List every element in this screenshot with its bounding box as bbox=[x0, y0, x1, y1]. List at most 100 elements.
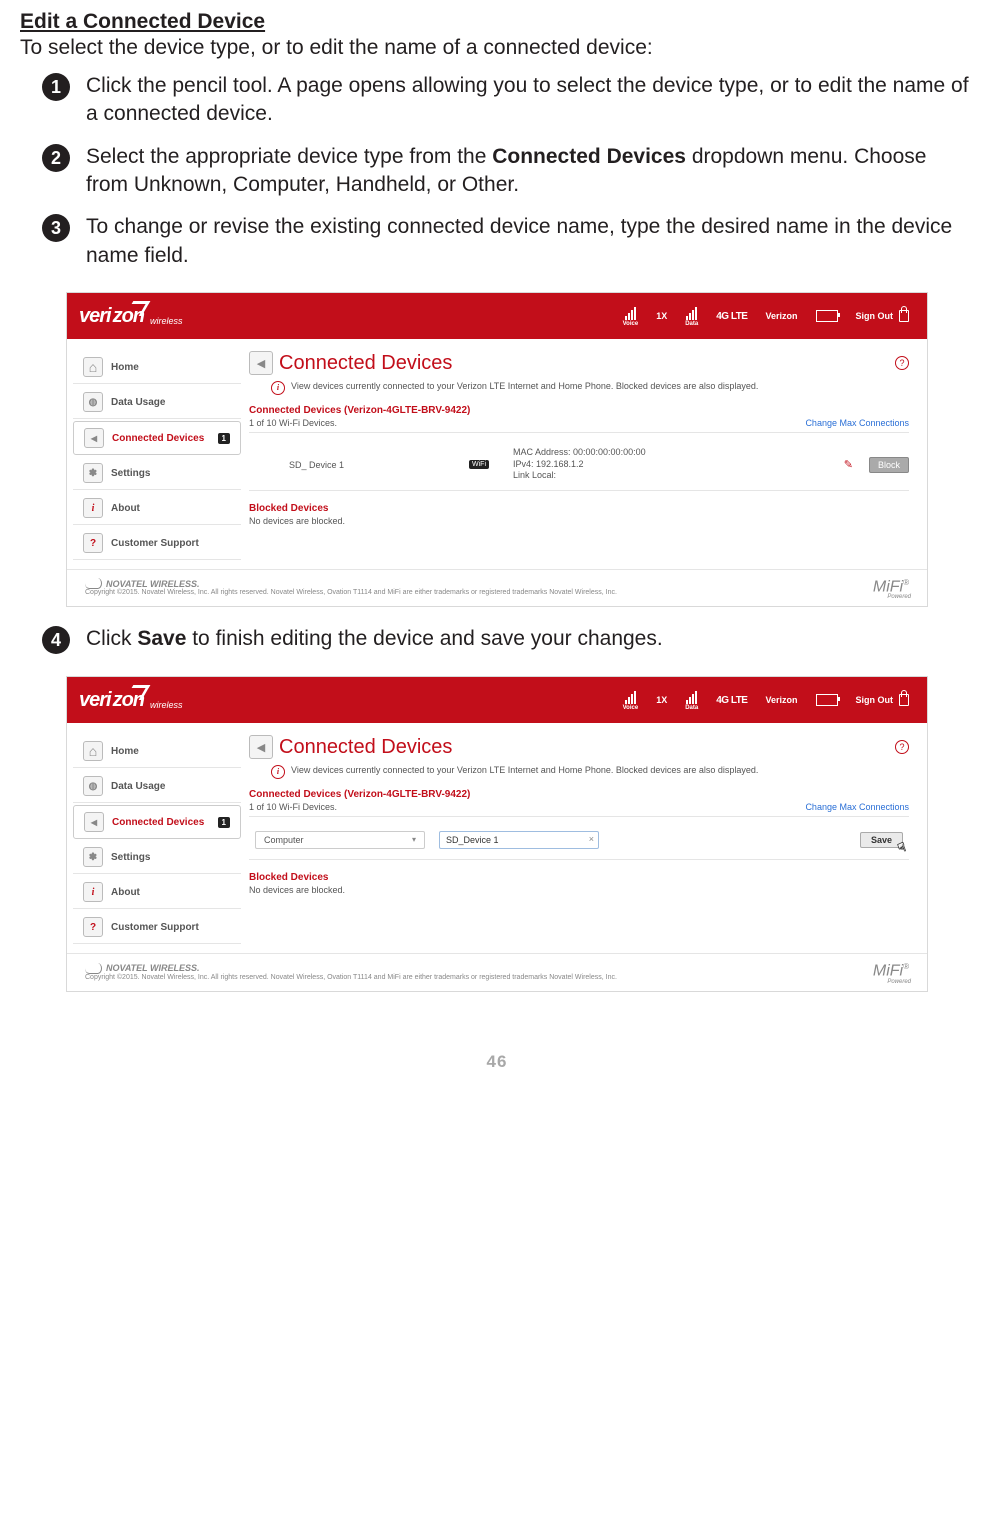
step-number-4: 4 bbox=[42, 626, 70, 654]
device-meta: MAC Address: 00:00:00:00:00:00 IPv4: 192… bbox=[513, 447, 844, 482]
change-max-connections-link[interactable]: Change Max Connections bbox=[805, 802, 909, 812]
about-icon bbox=[83, 498, 103, 518]
sidebar-item-data-usage[interactable]: Data Usage bbox=[73, 386, 241, 419]
page-title: ◀Connected Devices bbox=[249, 735, 452, 759]
info-text: View devices currently connected to your… bbox=[291, 765, 758, 779]
sidebar-item-home[interactable]: Home bbox=[73, 735, 241, 768]
sign-out-label: Sign Out bbox=[856, 311, 894, 321]
sidebar-conn-badge: 1 bbox=[218, 817, 230, 828]
step-number-3: 3 bbox=[42, 214, 70, 242]
screenshot-1: verizonwireless Voice 1X Data 4G LTE Ver… bbox=[66, 292, 928, 607]
help-info-icon[interactable]: ? bbox=[895, 356, 909, 370]
screenshot-2: verizonwireless Voice 1X Data 4G LTE Ver… bbox=[66, 676, 928, 991]
mifi-logo: MiFi®Powered bbox=[873, 578, 909, 596]
ipv4-address: IPv4: 192.168.1.2 bbox=[513, 459, 844, 471]
data-label: Data bbox=[685, 705, 698, 711]
step-list-2: 4 Click Save to finish editing the devic… bbox=[20, 625, 974, 654]
swoosh-icon bbox=[85, 963, 102, 974]
step-1: 1 Click the pencil tool. A page opens al… bbox=[20, 72, 974, 129]
link-local: Link Local: bbox=[513, 470, 844, 482]
sidebar-item-home[interactable]: Home bbox=[73, 351, 241, 384]
device-type-dropdown[interactable]: Computer bbox=[255, 831, 425, 849]
sign-out-link[interactable]: Sign Out bbox=[856, 310, 910, 322]
connected-devices-icon bbox=[84, 428, 104, 448]
connected-devices-subtitle: Connected Devices (Verizon-4GLTE-BRV-942… bbox=[249, 789, 909, 800]
settings-icon bbox=[83, 847, 103, 867]
connected-devices-icon bbox=[84, 812, 104, 832]
sidebar-item-settings[interactable]: Settings bbox=[73, 457, 241, 490]
step-1-body: Click the pencil tool. A page opens allo… bbox=[86, 72, 974, 129]
info-text: View devices currently connected to your… bbox=[291, 381, 758, 395]
device-name-label: SD_ Device 1 bbox=[249, 460, 469, 470]
sidebar-about-label: About bbox=[111, 503, 140, 514]
sidebar-support-label: Customer Support bbox=[111, 538, 199, 549]
sign-out-link[interactable]: Sign Out bbox=[856, 694, 910, 706]
help-info-icon[interactable]: ? bbox=[895, 740, 909, 754]
mifi-powered: Powered bbox=[887, 979, 911, 985]
step-4-post: to finish editing the device and save yo… bbox=[186, 627, 662, 650]
step-2-pre: Select the appropriate device type from … bbox=[86, 145, 492, 168]
mifi-reg: ® bbox=[903, 578, 909, 587]
footer: NOVATEL WIRELESS. Copyright ©2015. Novat… bbox=[67, 569, 927, 606]
step-4-pre: Click bbox=[86, 627, 137, 650]
clear-icon[interactable]: × bbox=[589, 834, 594, 844]
sidebar-item-support[interactable]: Customer Support bbox=[73, 911, 241, 944]
sidebar-home-label: Home bbox=[111, 746, 139, 757]
sidebar-item-connected-devices[interactable]: Connected Devices1 bbox=[73, 421, 241, 455]
block-button[interactable]: Block bbox=[869, 457, 909, 473]
pencil-icon[interactable]: ✎ bbox=[844, 458, 853, 471]
sidebar-item-about[interactable]: About bbox=[73, 876, 241, 909]
device-name-field[interactable]: SD_Device 1 × bbox=[439, 831, 599, 849]
save-button-label: Save bbox=[871, 835, 892, 845]
copyright-text: Copyright ©2015. Novatel Wireless, Inc. … bbox=[85, 974, 617, 981]
sidebar-settings-label: Settings bbox=[111, 852, 150, 863]
info-row: iView devices currently connected to you… bbox=[271, 765, 909, 779]
verizon-logo: verizonwireless bbox=[79, 305, 183, 328]
sidebar-data-label: Data Usage bbox=[111, 397, 165, 408]
status-4g: 4G LTE bbox=[716, 311, 747, 322]
wifi-badge: WiFi bbox=[469, 460, 489, 469]
cursor-icon: ☟ bbox=[896, 840, 909, 858]
sidebar-item-connected-devices[interactable]: Connected Devices1 bbox=[73, 805, 241, 839]
data-usage-icon bbox=[83, 776, 103, 796]
sidebar-data-label: Data Usage bbox=[111, 781, 165, 792]
section-title: Edit a Connected Device bbox=[20, 10, 974, 34]
lock-icon bbox=[899, 310, 909, 322]
sidebar-item-about[interactable]: About bbox=[73, 492, 241, 525]
step-2: 2 Select the appropriate device type fro… bbox=[20, 143, 974, 200]
logo-wireless: wireless bbox=[150, 700, 183, 710]
mifi-logo: MiFi®Powered bbox=[873, 962, 909, 980]
info-icon: i bbox=[271, 381, 285, 395]
sidebar-item-data-usage[interactable]: Data Usage bbox=[73, 770, 241, 803]
title-icon: ◀ bbox=[249, 351, 273, 375]
sidebar-home-label: Home bbox=[111, 362, 139, 373]
carrier-label: Verizon bbox=[765, 311, 797, 321]
swoosh-icon bbox=[85, 578, 102, 589]
blocked-devices-text: No devices are blocked. bbox=[249, 516, 909, 526]
sidebar-item-support[interactable]: Customer Support bbox=[73, 527, 241, 560]
novatel-text: NOVATEL WIRELESS. bbox=[106, 579, 200, 589]
mac-address: MAC Address: 00:00:00:00:00:00 bbox=[513, 447, 844, 459]
copyright-text: Copyright ©2015. Novatel Wireless, Inc. … bbox=[85, 589, 617, 596]
step-3: 3 To change or revise the existing conne… bbox=[20, 213, 974, 270]
step-number-2: 2 bbox=[42, 144, 70, 172]
logo-zon: zon bbox=[113, 305, 144, 328]
title-icon: ◀ bbox=[249, 735, 273, 759]
step-4: 4 Click Save to finish editing the devic… bbox=[20, 625, 974, 654]
change-max-connections-link[interactable]: Change Max Connections bbox=[805, 418, 909, 428]
voice-signal: Voice bbox=[623, 690, 639, 711]
sidebar-item-settings[interactable]: Settings bbox=[73, 841, 241, 874]
sidebar-settings-label: Settings bbox=[111, 468, 150, 479]
device-edit-row: Computer SD_Device 1× Save☟ bbox=[249, 823, 909, 860]
step-3-body: To change or revise the existing connect… bbox=[86, 213, 974, 270]
device-name-value: SD_Device 1 bbox=[446, 835, 499, 845]
page-number: 46 bbox=[20, 1052, 974, 1072]
mifi-powered: Powered bbox=[887, 594, 911, 600]
step-2-body: Select the appropriate device type from … bbox=[86, 143, 974, 200]
footer: NOVATEL WIRELESS. Copyright ©2015. Novat… bbox=[67, 953, 927, 990]
save-button[interactable]: Save☟ bbox=[860, 832, 903, 848]
mifi-text: MiFi bbox=[873, 578, 903, 595]
battery-icon bbox=[816, 694, 838, 706]
voice-label: Voice bbox=[623, 321, 639, 327]
settings-icon bbox=[83, 463, 103, 483]
